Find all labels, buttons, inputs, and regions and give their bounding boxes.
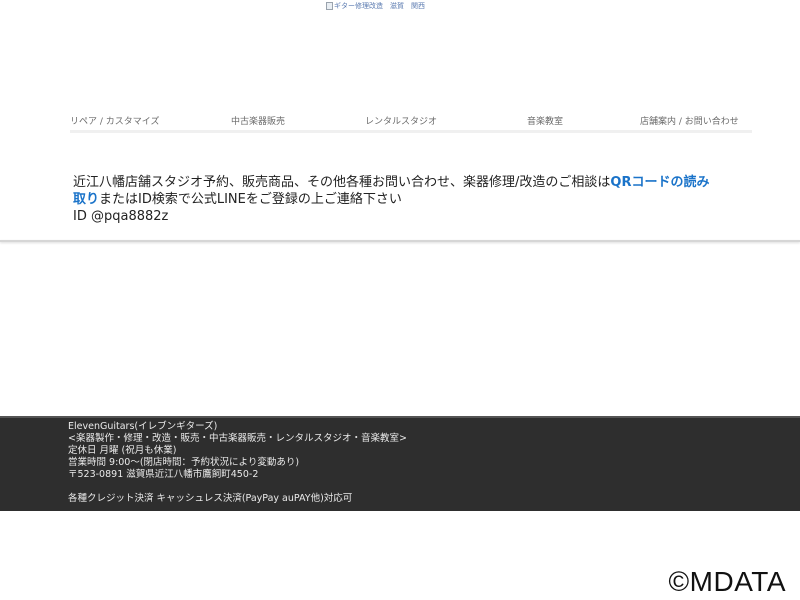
section-divider: [0, 240, 800, 242]
footer-closed-days: 定休日 月曜 (祝月も休業): [68, 445, 177, 456]
nav-item-used-instruments[interactable]: 中古楽器販売: [231, 114, 285, 130]
nav-divider: [70, 130, 752, 133]
page: ギター修理改造 滋賀 関西 リペア / カスタマイズ 中古楽器販売 レンタルスタ…: [0, 0, 800, 600]
notice-text-before-link: 近江八幡店舗スタジオ予約、販売商品、その他各種お問い合わせ、楽器修理/改造のご相…: [73, 175, 611, 190]
nav-item-store-info-contact[interactable]: 店舗案内 / お問い合わせ: [640, 114, 739, 130]
nav-item-music-school[interactable]: 音楽教室: [527, 114, 563, 130]
notice-text-after-link: またはID検索で公式LINEをご登録の上ご連絡下さい: [99, 192, 402, 207]
main-nav: リペア / カスタマイズ 中古楽器販売 レンタルスタジオ 音楽教室 店舗案内 /…: [0, 114, 800, 130]
footer-shop-name: ElevenGuitars(イレブンギターズ): [68, 421, 218, 432]
line-contact-notice: 近江八幡店舗スタジオ予約、販売商品、その他各種お問い合わせ、楽器修理/改造のご相…: [73, 174, 713, 225]
footer-business-hours: 営業時間 9:00～(閉店時間：予約状況により変動あり): [68, 457, 300, 468]
logo-alt-text: ギター修理改造 滋賀 関西: [334, 2, 425, 10]
footer-payment-methods: 各種クレジット決済 キャッシュレス決済(PayPay auPAY他)対応可: [68, 493, 353, 504]
nav-item-repair-customize[interactable]: リペア / カスタマイズ: [70, 114, 160, 130]
footer-info: ElevenGuitars(イレブンギターズ) <楽器製作・修理・改造・販売・中…: [68, 421, 407, 505]
footer-services: <楽器製作・修理・改造・販売・中古楽器販売・レンタルスタジオ・音楽教室>: [68, 433, 407, 444]
line-id-text: ID @pqa8882z: [73, 209, 169, 224]
broken-image-icon: [326, 2, 333, 10]
site-logo[interactable]: ギター修理改造 滋賀 関西: [326, 0, 425, 12]
site-footer: ElevenGuitars(イレブンギターズ) <楽器製作・修理・改造・販売・中…: [0, 416, 800, 511]
footer-spacer: [68, 481, 407, 493]
footer-address: 〒523-0891 滋賀県近江八幡市鷹飼町450-2: [68, 469, 259, 480]
copyright-watermark: ©MDATA: [668, 566, 786, 597]
nav-item-rental-studio[interactable]: レンタルスタジオ: [365, 114, 437, 130]
